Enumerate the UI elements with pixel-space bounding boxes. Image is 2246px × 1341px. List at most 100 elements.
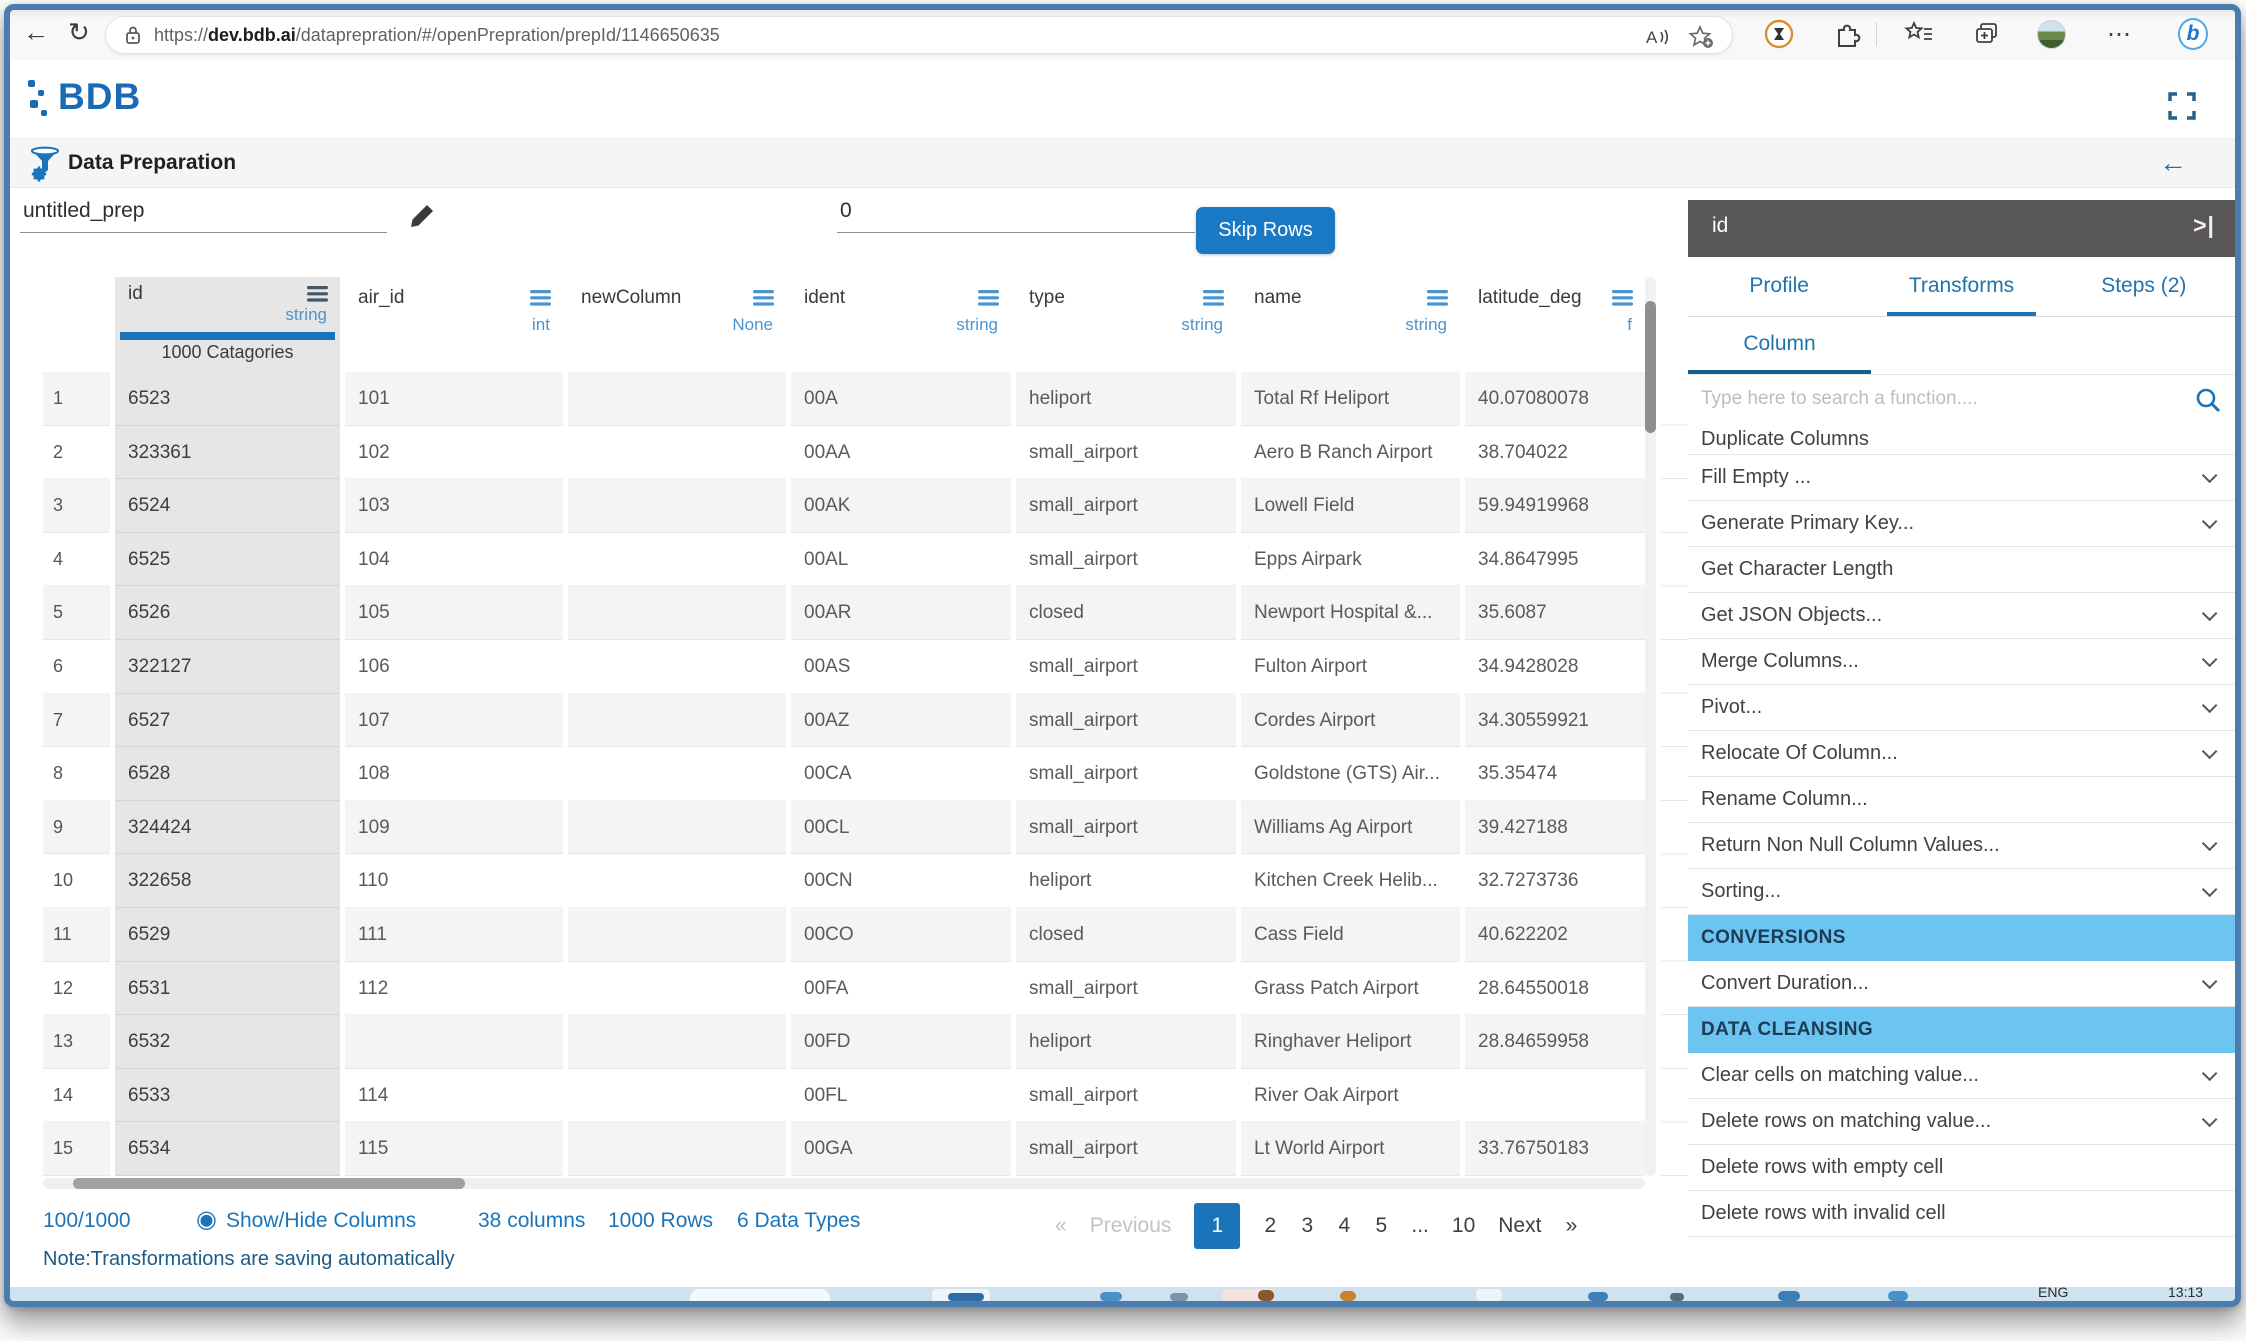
table-cell[interactable]: small_airport	[1016, 962, 1236, 1016]
table-cell[interactable]: Newport Hospital &...	[1241, 586, 1460, 640]
table-cell[interactable]: 34.9428028	[1465, 640, 1645, 694]
column-header-ident[interactable]: identstring	[791, 277, 1011, 372]
function-search-input[interactable]	[1701, 381, 2191, 417]
skip-rows-input[interactable]: 0	[837, 188, 1195, 233]
tab-column[interactable]: Column	[1688, 317, 1871, 375]
table-cell[interactable]	[568, 479, 786, 533]
table-cell[interactable]: 00FL	[791, 1069, 1011, 1123]
table-cell[interactable]: Fulton Airport	[1241, 640, 1460, 694]
table-cell[interactable]	[568, 640, 786, 694]
transform-item[interactable]: Generate Primary Key...	[1688, 501, 2235, 547]
transform-item[interactable]: Pivot...	[1688, 685, 2235, 731]
table-cell[interactable]: 6528	[115, 747, 340, 801]
table-cell[interactable]: Aero B Ranch Airport	[1241, 426, 1460, 480]
table-cell[interactable]: small_airport	[1016, 747, 1236, 801]
tab-steps-2-[interactable]: Steps (2)	[2053, 257, 2235, 316]
table-cell[interactable]: 33.76750183	[1465, 1122, 1645, 1176]
row-number[interactable]: 14	[43, 1069, 110, 1123]
row-number[interactable]: 15	[43, 1122, 110, 1176]
table-cell[interactable]: Lt World Airport	[1241, 1122, 1460, 1176]
column-header-id[interactable]: idstring1000 Catagories	[115, 277, 340, 372]
table-cell[interactable]	[568, 1122, 786, 1176]
edit-pencil-icon[interactable]	[408, 202, 436, 235]
table-cell[interactable]: small_airport	[1016, 640, 1236, 694]
rows-count-link[interactable]: 1000 Rows	[608, 1206, 713, 1252]
table-cell[interactable]: 00AA	[791, 426, 1011, 480]
column-header-air_id[interactable]: air_idint	[345, 277, 563, 372]
row-number[interactable]: 13	[43, 1015, 110, 1069]
row-number[interactable]: 9	[43, 801, 110, 855]
hourglass-extension-icon[interactable]	[1764, 19, 1794, 49]
table-cell[interactable]: 00A	[791, 372, 1011, 426]
row-number[interactable]: 5	[43, 586, 110, 640]
table-cell[interactable]: 101	[345, 372, 563, 426]
pagination-page-2[interactable]: 2	[1263, 1214, 1277, 1238]
table-cell[interactable]: 110	[345, 854, 563, 908]
show-hide-columns-link[interactable]: Show/Hide Columns	[226, 1206, 416, 1252]
table-cell[interactable]	[568, 854, 786, 908]
pagination-next[interactable]: Next	[1498, 1214, 1541, 1238]
horizontal-scrollbar[interactable]	[43, 1178, 1645, 1189]
back-arrow-icon[interactable]: ←	[2159, 147, 2187, 179]
table-cell[interactable]: 6529	[115, 908, 340, 962]
row-number[interactable]: 4	[43, 533, 110, 587]
column-header-type[interactable]: typestring	[1016, 277, 1236, 372]
table-cell[interactable]: 102	[345, 426, 563, 480]
table-cell[interactable]: 105	[345, 586, 563, 640]
table-cell[interactable]: 107	[345, 694, 563, 748]
table-cell[interactable]: 6531	[115, 962, 340, 1016]
table-cell[interactable]	[568, 1069, 786, 1123]
pagination-prev-arrow[interactable]: «	[1055, 1214, 1067, 1238]
row-number[interactable]: 3	[43, 479, 110, 533]
pagination-page-10[interactable]: 10	[1452, 1214, 1475, 1238]
table-cell[interactable]: 00AR	[791, 586, 1011, 640]
table-cell[interactable]: 28.84659958	[1465, 1015, 1645, 1069]
row-number[interactable]: 10	[43, 854, 110, 908]
table-cell[interactable]	[568, 1015, 786, 1069]
table-cell[interactable]: 115	[345, 1122, 563, 1176]
collapse-panel-icon[interactable]: >|	[2193, 212, 2215, 239]
table-cell[interactable]: 34.30559921	[1465, 694, 1645, 748]
transform-item[interactable]: Clear cells on matching value...	[1688, 1053, 2235, 1099]
skip-rows-button[interactable]: Skip Rows	[1196, 207, 1335, 254]
transform-item[interactable]: Merge Columns...	[1688, 639, 2235, 685]
table-cell[interactable]: 39.427188	[1465, 801, 1645, 855]
table-cell[interactable]: 00AS	[791, 640, 1011, 694]
transform-item[interactable]: Delete rows with empty cell	[1688, 1145, 2235, 1191]
table-cell[interactable]: 322127	[115, 640, 340, 694]
table-cell[interactable]: 6523	[115, 372, 340, 426]
table-cell[interactable]	[345, 1015, 563, 1069]
extensions-puzzle-icon[interactable]	[1832, 19, 1862, 49]
table-cell[interactable]: 6532	[115, 1015, 340, 1069]
table-cell[interactable]: small_airport	[1016, 801, 1236, 855]
table-cell[interactable]: 59.94919968	[1465, 479, 1645, 533]
settings-dots-icon[interactable]: ⋯	[2104, 19, 2134, 49]
table-cell[interactable]	[568, 694, 786, 748]
transform-item[interactable]: Delete rows on matching value...	[1688, 1099, 2235, 1145]
show-hide-columns-icon[interactable]: ◉	[196, 1206, 217, 1252]
table-cell[interactable]: small_airport	[1016, 479, 1236, 533]
url-text[interactable]: https://dev.bdb.ai/dataprepration/#/open…	[154, 25, 720, 46]
table-cell[interactable]: 40.622202	[1465, 908, 1645, 962]
table-cell[interactable]: 6524	[115, 479, 340, 533]
table-cell[interactable]: 00AZ	[791, 694, 1011, 748]
column-header-newColumn[interactable]: newColumnNone	[568, 277, 786, 372]
fullscreen-icon[interactable]	[2168, 92, 2196, 125]
table-cell[interactable]: Cordes Airport	[1241, 694, 1460, 748]
table-cell[interactable]: 6525	[115, 533, 340, 587]
row-number[interactable]: 2	[43, 426, 110, 480]
table-cell[interactable]: Williams Ag Airport	[1241, 801, 1460, 855]
table-cell[interactable]: 103	[345, 479, 563, 533]
table-cell[interactable]: small_airport	[1016, 1069, 1236, 1123]
search-icon[interactable]	[2195, 387, 2221, 418]
table-cell[interactable]: small_airport	[1016, 1122, 1236, 1176]
pagination-page-...[interactable]: ...	[1411, 1214, 1429, 1238]
table-cell[interactable]: 00CL	[791, 801, 1011, 855]
transform-item[interactable]: Return Non Null Column Values...	[1688, 823, 2235, 869]
table-cell[interactable]: heliport	[1016, 1015, 1236, 1069]
transform-item[interactable]: Get Character Length	[1688, 547, 2235, 593]
row-number[interactable]: 11	[43, 908, 110, 962]
pagination-page-4[interactable]: 4	[1337, 1214, 1351, 1238]
table-cell[interactable]: Goldstone (GTS) Air...	[1241, 747, 1460, 801]
prep-name-input[interactable]: untitled_prep	[20, 188, 387, 233]
